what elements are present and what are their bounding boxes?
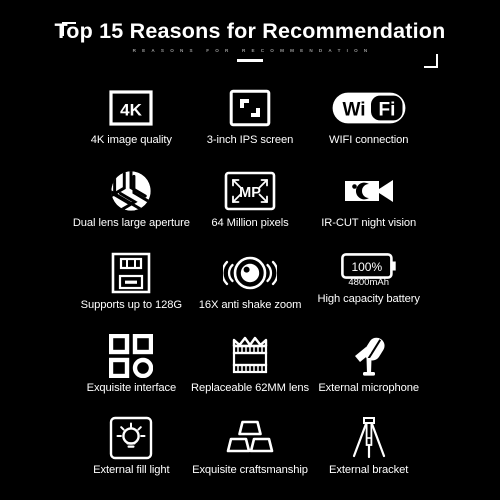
feature-label: External bracket [329, 464, 409, 476]
gold-bars-icon [225, 414, 275, 462]
feature-label: Dual lens large aperture [72, 216, 190, 229]
camera-lens-icon [230, 332, 270, 380]
wifi-icon-text-right: Fi [378, 100, 395, 121]
poster-root: Top 15 Reasons for Recommendation REASON… [0, 0, 500, 500]
sd-card-icon [111, 249, 151, 297]
feature-cell-4k-image-quality: 4K 4K image quality [72, 84, 191, 167]
poster-header: Top 15 Reasons for Recommendation REASON… [0, 18, 500, 62]
night-vision-camcorder-icon [343, 167, 395, 215]
megapixel-icon: MP [224, 167, 276, 215]
feature-cell-ips-screen: 3-inch IPS screen [191, 84, 310, 167]
feature-label: WIFI connection [329, 134, 409, 146]
feature-cell-replaceable-lens: Replaceable 62MM lens [191, 332, 310, 415]
mp-icon-text: MP [239, 185, 261, 201]
feature-cell-wifi-connection: Wi Fi WIFI connection [309, 84, 428, 167]
battery-icon-group: 100% 4800mAh [340, 249, 397, 291]
title-divider-dash [237, 59, 263, 62]
feature-cell-storage-128g: Supports up to 128G [72, 249, 191, 332]
feature-label: 16X anti shake zoom [198, 299, 302, 311]
feature-label: Replaceable 62MM lens [191, 381, 309, 394]
tripod-icon [347, 414, 391, 462]
feature-cell-64-million-pixels: MP 64 Million pixels [191, 167, 310, 250]
screen-frame-icon [229, 84, 271, 132]
feature-label: 4K image quality [90, 134, 172, 146]
feature-label: Exquisite interface [86, 381, 177, 394]
wifi-pill-icon: Wi Fi [331, 84, 407, 132]
battery-capacity-note: 4800mAh [348, 276, 389, 288]
anti-shake-zoom-icon [223, 249, 277, 297]
page-title: Top 15 Reasons for Recommendation [54, 19, 446, 43]
feature-cell-ir-cut-night-vision: IR-CUT night vision [309, 167, 428, 250]
feature-cell-external-fill-light: External fill light [72, 414, 191, 497]
page-subtitle: REASONS FOR RECOMMENDATION [132, 48, 374, 53]
feature-cell-exquisite-interface: Exquisite interface [72, 332, 191, 415]
feature-row: Exquisite interface Replaceable 62MM len… [72, 332, 428, 415]
battery-icon-text: 100% [351, 260, 382, 274]
feature-cell-external-bracket: External bracket [309, 414, 428, 497]
feature-row: External fill light Exquisite craftsmans… [72, 414, 428, 497]
feature-cell-exquisite-craftsmanship: Exquisite craftsmanship [191, 414, 310, 497]
battery-icon: 100% [340, 252, 396, 279]
feature-label: 3-inch IPS screen [206, 134, 294, 146]
feature-label: External microphone [318, 381, 420, 394]
feature-cell-dual-lens-aperture: Dual lens large aperture [72, 167, 191, 250]
feature-cell-external-microphone: External microphone [309, 332, 428, 415]
feature-label: 64 Million pixels [211, 216, 289, 229]
wifi-icon-text-left: Wi [342, 100, 365, 121]
interface-grid-icon [109, 332, 154, 380]
fill-light-icon [109, 414, 153, 462]
4k-box-icon: 4K [109, 84, 153, 132]
feature-cell-high-capacity-battery: 100% 4800mAh High capacity battery [309, 249, 428, 332]
feature-label: IR-CUT night vision [321, 216, 417, 229]
feature-label: Exquisite craftsmanship [192, 464, 308, 476]
feature-grid: 4K 4K image quality 3-inch IPS screen Wi… [72, 84, 428, 497]
aperture-icon [110, 167, 152, 215]
feature-row: Dual lens large aperture MP 64 Million p… [72, 167, 428, 250]
feature-label: External fill light [93, 464, 170, 476]
feature-label: High capacity battery [317, 293, 420, 305]
feature-cell-anti-shake-zoom: 16X anti shake zoom [191, 249, 310, 332]
feature-row: Supports up to 128G 16X anti shake zoom … [72, 249, 428, 332]
4k-icon-text: 4K [120, 101, 142, 120]
feature-row: 4K 4K image quality 3-inch IPS screen Wi… [72, 84, 428, 167]
feature-label: Supports up to 128G [80, 299, 183, 311]
microphone-icon [345, 332, 393, 380]
